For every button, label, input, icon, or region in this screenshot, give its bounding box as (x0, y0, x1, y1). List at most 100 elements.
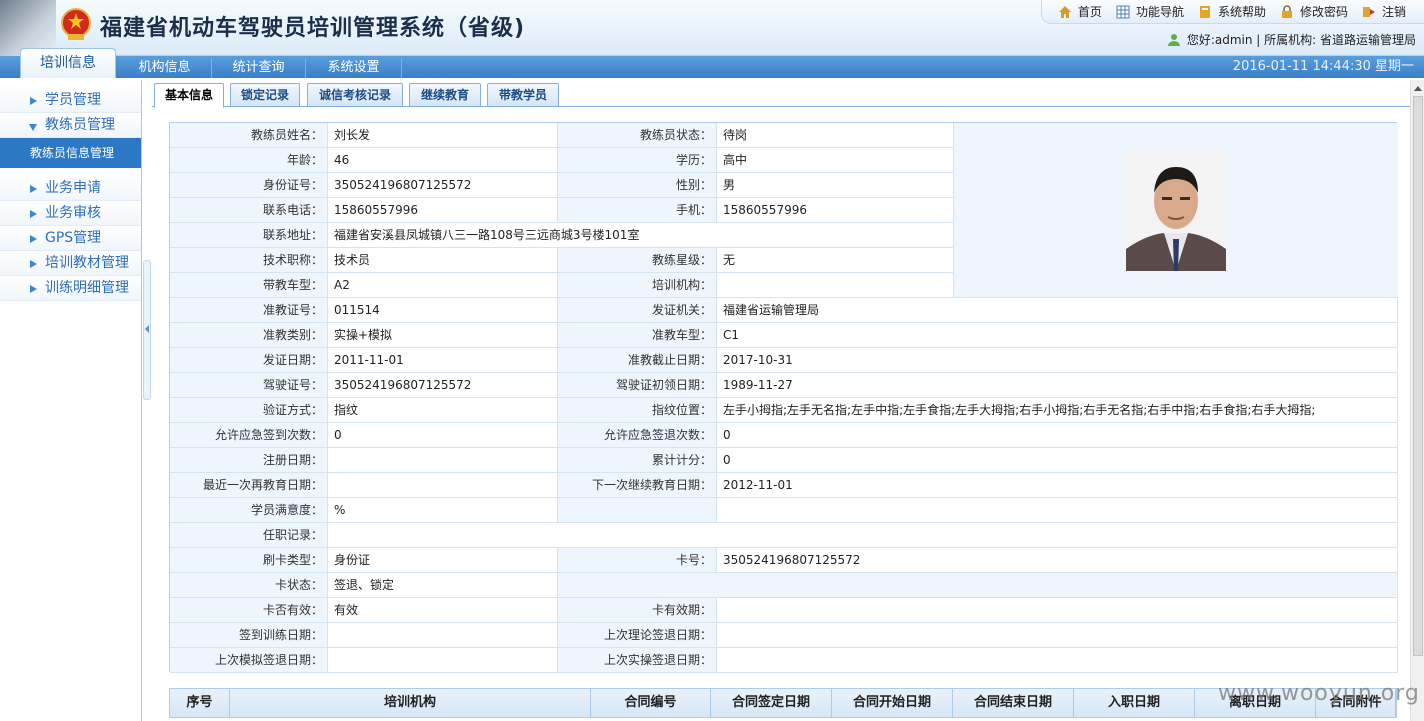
field-value (328, 473, 558, 498)
field-value: % (328, 498, 558, 523)
field-label: 卡号： (558, 548, 717, 573)
field-value: 有效 (328, 598, 558, 623)
arrow-right-icon (30, 235, 37, 243)
field-value: C1 (717, 323, 1398, 348)
sidebar-subitem-coach-info[interactable]: 教练员信息管理 (0, 138, 141, 168)
field-value (717, 598, 1398, 623)
field-label: 学员满意度： (170, 498, 328, 523)
field-value: A2 (328, 273, 558, 298)
col-start-date: 合同开始日期 (832, 689, 953, 717)
field-label: 年龄： (170, 148, 328, 173)
current-datetime: 2016-01-11 14:44:30 星期一 (1232, 59, 1414, 74)
logout-icon (1362, 6, 1375, 17)
arrow-right-icon (30, 185, 37, 193)
sidebar-item-materials-mgmt[interactable]: 培训教材管理 (0, 251, 141, 276)
user-icon (1167, 33, 1180, 46)
logout-link[interactable]: 注销 (1362, 3, 1406, 20)
home-link[interactable]: 首页 (1058, 3, 1102, 20)
sidebar-item-training-detail[interactable]: 训练明细管理 (0, 276, 141, 301)
field-label: 允许应急签到次数： (170, 423, 328, 448)
sidebar-item-gps-mgmt[interactable]: GPS管理 (0, 226, 141, 251)
vertical-scrollbar[interactable] (1410, 80, 1424, 721)
field-value: 0 (717, 448, 1398, 473)
field-label: 手机： (558, 198, 717, 223)
col-contract-no: 合同编号 (591, 689, 711, 717)
field-value: 刘长发 (328, 123, 558, 148)
field-label: 教练员状态： (558, 123, 717, 148)
field-value: 0 (717, 423, 1398, 448)
field-label: 最近一次再教育日期： (170, 473, 328, 498)
tab-training-info[interactable]: 培训信息 (20, 48, 116, 78)
coach-photo (1126, 151, 1226, 271)
sidebar-item-business-apply[interactable]: 业务申请 (0, 176, 141, 201)
lock-icon (1281, 4, 1292, 18)
watermark: www.wooyun.org (1218, 681, 1420, 706)
help-link-label: 系统帮助 (1217, 5, 1266, 19)
field-value: 待岗 (717, 123, 954, 148)
field-value: 技术员 (328, 248, 558, 273)
empty-label-cell (558, 498, 717, 523)
logout-link-label: 注销 (1381, 5, 1406, 19)
tab-org-info[interactable]: 机构信息 (118, 58, 212, 78)
field-label: 准教类别： (170, 323, 328, 348)
top-links: 首页 功能导航 系统帮助 修改密码 注销 (1040, 0, 1424, 24)
field-value: 2011-11-01 (328, 348, 558, 373)
sidebar-item-business-review[interactable]: 业务审核 (0, 201, 141, 226)
field-label: 允许应急签退次数： (558, 423, 717, 448)
scroll-up-icon[interactable] (1414, 86, 1422, 91)
user-info: 您好:admin | 所属机构: 省道路运输管理局 (1167, 31, 1416, 48)
field-label: 教练员姓名： (170, 123, 328, 148)
field-label: 上次理论签退日期： (558, 623, 717, 648)
field-label: 任职记录： (170, 523, 328, 548)
coach-info-table: 教练员姓名： 刘长发 教练员状态： 待岗 年龄： 46 学历： 高中 身份证号： 35052419… (169, 122, 1398, 673)
sidebar-item-coach-mgmt[interactable]: 教练员管理 (0, 113, 141, 138)
field-value: 指纹 (328, 398, 558, 423)
function-nav-link[interactable]: 功能导航 (1116, 3, 1184, 20)
field-value: 签退、锁定 (328, 573, 558, 598)
field-value: 男 (717, 173, 954, 198)
change-password-link[interactable]: 修改密码 (1280, 3, 1348, 20)
field-label: 下一次继续教育日期： (558, 473, 717, 498)
tab-statistics[interactable]: 统计查询 (212, 58, 306, 78)
tab-continuing-edu[interactable]: 继续教育 (409, 83, 481, 107)
help-book-icon (1199, 5, 1210, 18)
field-label: 带教车型： (170, 273, 328, 298)
main-nav: 培训信息 机构信息 统计查询 系统设置 2016-01-11 14:44:30 … (0, 48, 1424, 78)
scroll-thumb[interactable] (1413, 96, 1423, 656)
arrow-right-icon (30, 285, 37, 293)
field-value: 左手小拇指;左手无名指;左手中指;左手食指;左手大拇指;右手小拇指;右手无名指;… (717, 398, 1398, 423)
field-value (328, 448, 558, 473)
field-value (328, 648, 558, 673)
field-label: 准教车型： (558, 323, 717, 348)
field-label: 技术职称： (170, 248, 328, 273)
user-info-text: 您好:admin | 所属机构: 省道路运输管理局 (1186, 33, 1416, 47)
field-value: 0 (328, 423, 558, 448)
arrow-down-icon (29, 124, 37, 131)
col-hire-date: 入职日期 (1074, 689, 1195, 717)
sidebar-collapse-handle[interactable] (143, 260, 151, 400)
tab-credit-records[interactable]: 诚信考核记录 (307, 83, 403, 107)
tab-lock-records[interactable]: 锁定记录 (230, 83, 300, 107)
field-label: 卡状态： (170, 573, 328, 598)
empty-cell (717, 498, 1398, 523)
field-label: 验证方式： (170, 398, 328, 423)
sidebar-item-student-mgmt[interactable]: 学员管理 (0, 88, 141, 113)
tab-system-settings[interactable]: 系统设置 (306, 58, 402, 78)
field-label: 累计计分： (558, 448, 717, 473)
home-icon (1058, 5, 1071, 18)
tab-trainees[interactable]: 带教学员 (487, 83, 559, 107)
home-link-label: 首页 (1077, 5, 1102, 19)
help-link[interactable]: 系统帮助 (1198, 3, 1266, 20)
field-value (328, 523, 1398, 548)
function-nav-link-label: 功能导航 (1135, 5, 1184, 19)
tab-basic-info[interactable]: 基本信息 (154, 83, 224, 108)
field-label: 培训机构： (558, 273, 717, 298)
field-value: 350524196807125572 (328, 373, 558, 398)
field-label: 驾驶证初领日期： (558, 373, 717, 398)
field-label: 刷卡类型： (170, 548, 328, 573)
field-label: 注册日期： (170, 448, 328, 473)
arrow-right-icon (30, 97, 37, 105)
system-title: 福建省机动车驾驶员培训管理系统（省级) (100, 16, 526, 41)
change-password-link-label: 修改密码 (1299, 5, 1348, 19)
field-value: 高中 (717, 148, 954, 173)
